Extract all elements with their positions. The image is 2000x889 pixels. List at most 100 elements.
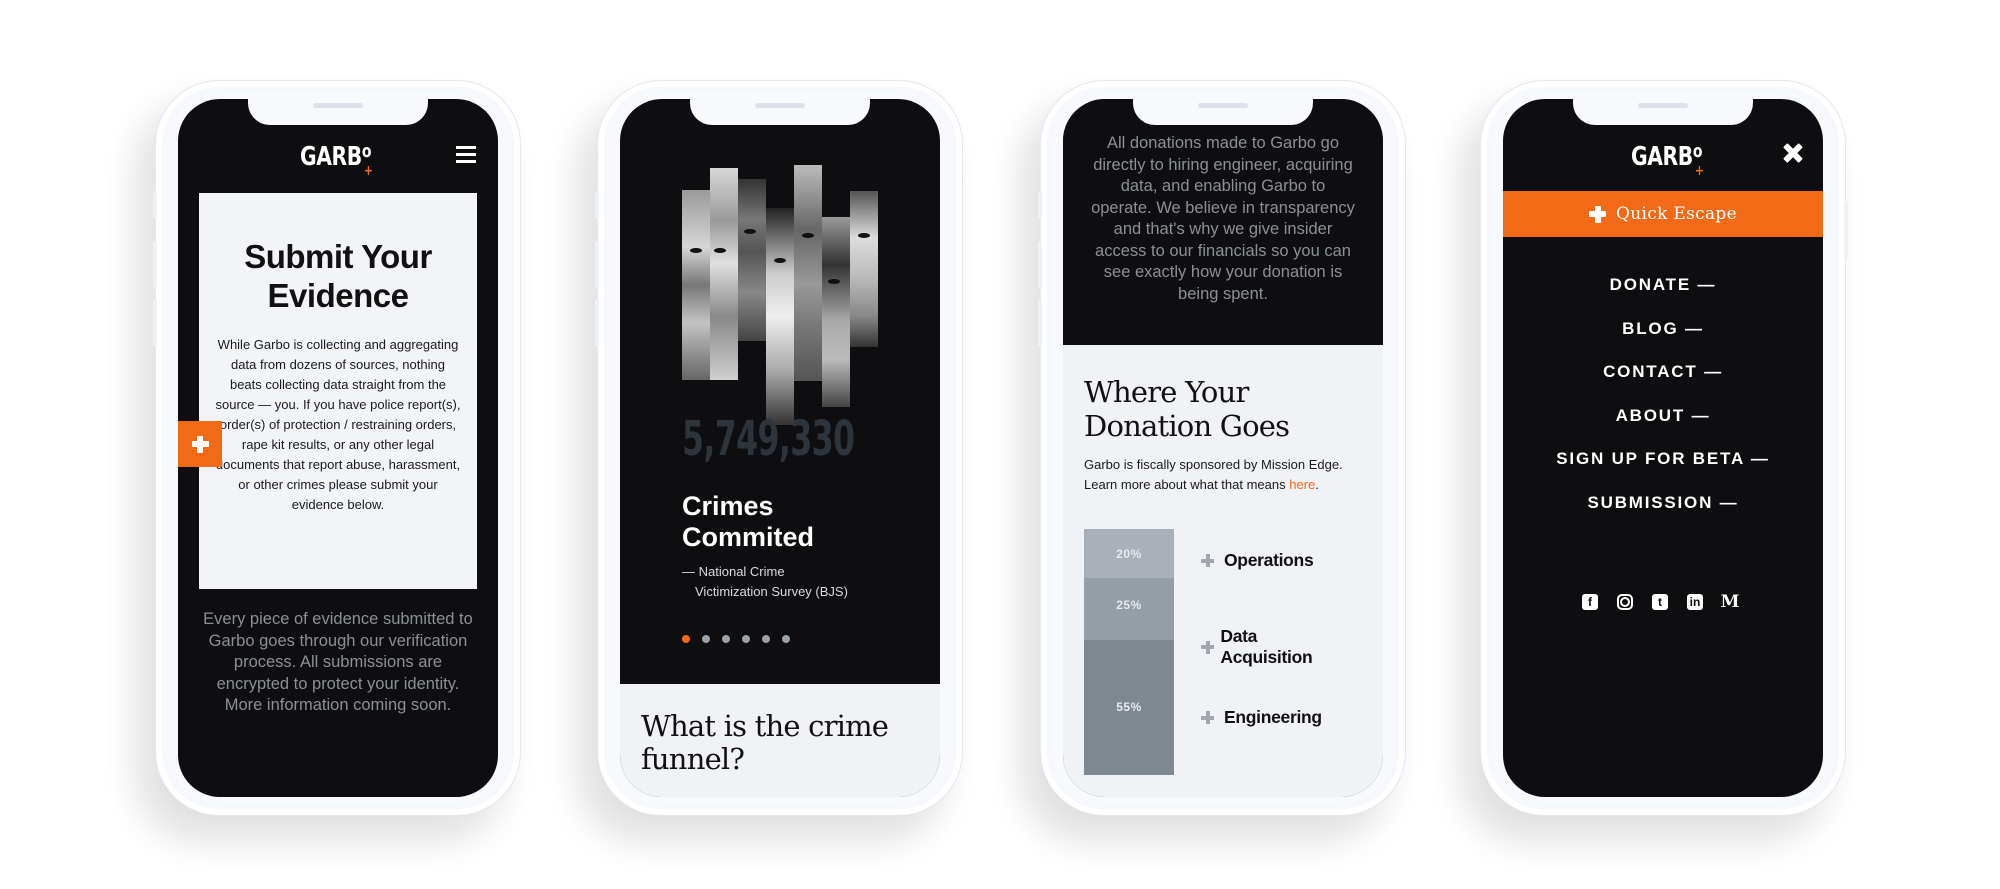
plus-icon bbox=[191, 435, 209, 453]
submit-plus-button[interactable] bbox=[178, 421, 222, 467]
legend-label: Operations bbox=[1224, 550, 1314, 570]
carousel-dot[interactable] bbox=[742, 635, 750, 643]
phone-screen: GARBo + Submit Your Evidence While Garbo… bbox=[178, 99, 498, 797]
bar-segment-label: 20% bbox=[1116, 547, 1142, 561]
phone-side-button bbox=[595, 241, 599, 289]
social-links: f t in M bbox=[1582, 593, 1740, 610]
phone-screen: GARBo + Quick Escape DONATE — BLOG — CONTA… bbox=[1503, 99, 1823, 797]
plus-icon bbox=[1589, 205, 1607, 223]
phone-notch bbox=[690, 99, 870, 125]
medium-icon[interactable]: M bbox=[1721, 593, 1740, 610]
bar-segment-label: 55% bbox=[1116, 699, 1142, 714]
phone-side-button bbox=[153, 241, 157, 289]
logo-text: GARB bbox=[300, 142, 362, 172]
section-heading: What is the crime funnel? bbox=[641, 709, 889, 776]
phone-side-button bbox=[595, 191, 599, 219]
legend-item-data-acquisition[interactable]: Data Acquisition bbox=[1201, 626, 1316, 668]
logo-plus-icon: + bbox=[1694, 163, 1704, 179]
logo-o: o bbox=[1692, 141, 1703, 162]
facebook-icon[interactable]: f bbox=[1582, 594, 1598, 610]
phone-side-button bbox=[1038, 191, 1042, 219]
garbo-logo[interactable]: GARBo + bbox=[300, 141, 373, 179]
section-heading: Where Your Donation Goes bbox=[1084, 375, 1290, 443]
phone-notch bbox=[1573, 99, 1753, 125]
bar-segment-operations: 20% bbox=[1084, 529, 1174, 579]
sponsor-here-link[interactable]: here bbox=[1289, 477, 1315, 492]
hamburger-menu-icon[interactable] bbox=[456, 146, 476, 164]
legend-item-operations[interactable]: Operations bbox=[1201, 550, 1314, 571]
speaker-grille bbox=[755, 103, 805, 108]
phone-side-button bbox=[595, 299, 599, 347]
verification-note: Every piece of evidence submitted to Gar… bbox=[203, 610, 473, 714]
carousel-pagination bbox=[682, 635, 790, 643]
phone-side-button bbox=[153, 191, 157, 219]
donation-breakdown-section: Where Your Donation Goes Garbo is fiscal… bbox=[1063, 345, 1383, 797]
phone-mockup-donations: All donations made to Garbo go directly … bbox=[1038, 80, 1406, 816]
sponsor-text-end: . bbox=[1315, 477, 1319, 492]
quick-escape-button[interactable]: Quick Escape bbox=[1503, 191, 1823, 237]
phone-mockup-submit-evidence: GARBo + Submit Your Evidence While Garbo… bbox=[153, 80, 521, 816]
phone-side-button bbox=[153, 299, 157, 347]
expand-plus-icon bbox=[1201, 554, 1214, 567]
face-strip bbox=[682, 190, 710, 380]
donation-intro-text: All donations made to Garbo go directly … bbox=[1091, 134, 1355, 303]
carousel-dot[interactable] bbox=[762, 635, 770, 643]
quick-escape-label: Quick Escape bbox=[1616, 204, 1737, 224]
bar-segment-label: 25% bbox=[1116, 598, 1142, 613]
donation-stacked-bar: 20% 25% 55% bbox=[1084, 529, 1174, 775]
source-line: — National Crime bbox=[682, 564, 785, 579]
phone-screen: 5,749,330 Crimes Commited — National Cri… bbox=[620, 99, 940, 797]
expand-plus-icon bbox=[1201, 711, 1214, 724]
phone-side-button bbox=[1844, 201, 1848, 259]
nav-item-blog[interactable]: BLOG — bbox=[1503, 319, 1823, 363]
speaker-grille bbox=[1638, 103, 1688, 108]
legend-item-engineering[interactable]: Engineering bbox=[1201, 707, 1322, 728]
phone-notch bbox=[248, 99, 428, 125]
face-strip bbox=[738, 179, 766, 341]
phone-side-button bbox=[1038, 299, 1042, 347]
face-strip bbox=[766, 208, 794, 425]
nav-item-contact[interactable]: CONTACT — bbox=[1503, 362, 1823, 406]
logo-o: o bbox=[361, 141, 372, 162]
speaker-grille bbox=[1198, 103, 1248, 108]
carousel-dot[interactable] bbox=[702, 635, 710, 643]
stat-source: — National Crime Victimization Survey (B… bbox=[682, 562, 848, 602]
sponsor-text: Garbo is fiscally sponsored by Mission E… bbox=[1084, 455, 1374, 495]
donation-intro-section: All donations made to Garbo go directly … bbox=[1063, 99, 1383, 345]
phone-notch bbox=[1133, 99, 1313, 125]
nav-item-about[interactable]: ABOUT — bbox=[1503, 406, 1823, 450]
faces-collage-image bbox=[682, 165, 878, 425]
speaker-grille bbox=[313, 103, 363, 108]
logo-text: GARB bbox=[1631, 142, 1693, 172]
nav-item-donate[interactable]: DONATE — bbox=[1503, 275, 1823, 319]
garbo-logo[interactable]: GARBo + bbox=[1631, 141, 1704, 179]
crime-stat-label: Crimes Commited bbox=[682, 491, 815, 552]
face-strip bbox=[822, 217, 850, 407]
crime-funnel-section: What is the crime funnel? bbox=[620, 684, 940, 797]
close-icon[interactable] bbox=[1783, 143, 1803, 163]
page-title: Submit Your Evidence bbox=[244, 238, 432, 314]
bar-segment-data-acquisition: 25% bbox=[1084, 578, 1174, 640]
face-strip bbox=[794, 165, 822, 381]
carousel-dot[interactable] bbox=[782, 635, 790, 643]
twitter-icon[interactable]: t bbox=[1652, 594, 1668, 610]
carousel-dot[interactable] bbox=[682, 635, 690, 643]
face-strip bbox=[710, 168, 738, 380]
expand-plus-icon bbox=[1201, 640, 1215, 654]
nav-item-sign-up-for-beta[interactable]: SIGN UP FOR BETA — bbox=[1503, 449, 1823, 493]
phone-mockup-nav-menu: GARBo + Quick Escape DONATE — BLOG — CONTA… bbox=[1480, 80, 1848, 816]
legend-label: Engineering bbox=[1224, 707, 1322, 727]
crime-count: 5,749,330 bbox=[682, 411, 855, 467]
phone-side-button bbox=[1038, 241, 1042, 289]
instagram-icon[interactable] bbox=[1617, 594, 1633, 610]
evidence-description: While Garbo is collecting and aggregatin… bbox=[215, 337, 461, 512]
submit-evidence-card: Submit Your Evidence While Garbo is coll… bbox=[199, 193, 477, 589]
phone-screen: All donations made to Garbo go directly … bbox=[1063, 99, 1383, 797]
legend-label: Data Acquisition bbox=[1220, 626, 1313, 667]
phone-mockup-crime-stats: 5,749,330 Crimes Commited — National Cri… bbox=[595, 80, 963, 816]
bar-segment-engineering: 55% bbox=[1084, 639, 1174, 775]
linkedin-icon[interactable]: in bbox=[1687, 594, 1703, 610]
source-line: Victimization Survey (BJS) bbox=[695, 584, 848, 599]
nav-item-submission[interactable]: SUBMISSION — bbox=[1503, 493, 1823, 537]
carousel-dot[interactable] bbox=[722, 635, 730, 643]
